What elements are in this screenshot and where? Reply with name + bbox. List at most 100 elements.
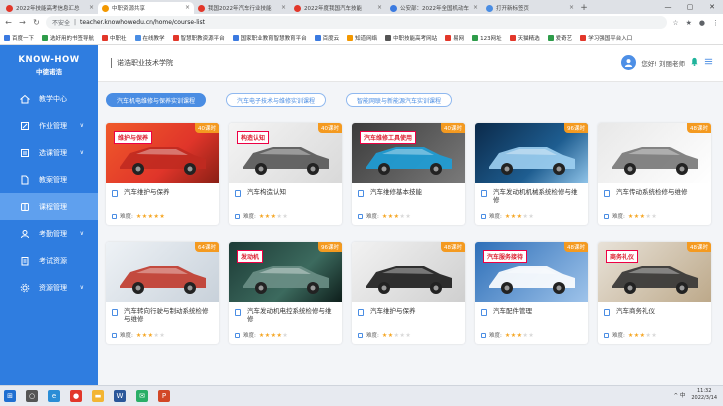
tab-title: 2022年度我国汽车技能	[304, 6, 362, 12]
course-thumbnail[interactable]: 64课时	[106, 242, 219, 302]
browser-tab[interactable]: 打开新标签页 ×	[482, 2, 578, 14]
difficulty-row: 难度: ★★★★★	[112, 212, 165, 220]
edge-icon[interactable]: e	[48, 390, 60, 402]
course-name[interactable]: 汽车发动机机械系统检修与维修	[493, 188, 582, 204]
browser-tab[interactable]: 2022年度我国汽车技能 ×	[290, 2, 386, 14]
new-tab-button[interactable]: +	[578, 2, 590, 14]
bookmark-item[interactable]: 中职社	[102, 34, 127, 42]
bookmark-item[interactable]: 国家职业教育智慧教育平台	[232, 34, 307, 42]
course-card[interactable]: 96课时 汽车发动机机械系统检修与维修 难度: ★★★★★	[475, 123, 588, 225]
profile-icon[interactable]: ●	[699, 19, 705, 27]
bookmark-item[interactable]: 选好用的书签导航	[42, 34, 94, 42]
course-card[interactable]: 48课时 汽车传动系统检修与维修 难度: ★★★★★	[598, 123, 711, 225]
bookmark-item[interactable]: 天猫精选	[509, 34, 540, 42]
bookmark-item[interactable]: 智慧职教资源平台	[172, 34, 225, 42]
course-name[interactable]: 汽车转向行驶与制动系统检修与维修	[124, 307, 213, 323]
course-name[interactable]: 汽车配件管理	[493, 307, 582, 323]
tab-close-icon[interactable]: ×	[569, 4, 574, 11]
reload-icon[interactable]: ↻	[32, 18, 41, 27]
tab-close-icon[interactable]: ×	[473, 4, 478, 11]
sidebar-item-homework[interactable]: 作业管理 ∨	[0, 112, 98, 139]
bookmarks-icon[interactable]: ★	[686, 19, 692, 27]
sidebar-item-attendance[interactable]: 考勤管理 ∨	[0, 220, 98, 247]
course-thumbnail[interactable]: 发动机 96课时	[229, 242, 342, 302]
word-icon[interactable]: W	[114, 390, 126, 402]
tab-close-icon[interactable]: ×	[185, 4, 190, 11]
browser-tab[interactable]: 公安部：2022年全国机动车 ×	[386, 2, 482, 14]
course-name[interactable]: 汽车商务礼仪	[616, 307, 705, 323]
course-name[interactable]: 汽车传动系统检修与维修	[616, 188, 705, 204]
url-input[interactable]: 不安全 | teacher.knowhowedu.cn/home/course-…	[46, 16, 668, 29]
course-card[interactable]: 维护与保养 40课时汽车维护与保养难度: ★★★★★	[106, 123, 219, 225]
course-thumbnail[interactable]: 汽车服务接待 48课时	[475, 242, 588, 302]
wechat-icon[interactable]: ✉	[136, 390, 148, 402]
clock[interactable]: 11:32 2022/3/14	[691, 388, 717, 402]
course-name[interactable]: 汽车维护与保养	[370, 307, 459, 323]
tab-course-category[interactable]: 智能网联与新能源汽车实训课程	[346, 93, 453, 107]
maximize-button[interactable]: ▢	[679, 0, 701, 14]
course-card[interactable]: 汽车维修工具使用 40课时 汽车维修基本技能 难度: ★★★★★	[352, 123, 465, 225]
start-icon[interactable]: ⊞	[4, 390, 16, 402]
sidebar-item-exam[interactable]: 考试资源	[0, 247, 98, 274]
sidebar-item-course[interactable]: 课程管理	[0, 193, 98, 220]
course-card[interactable]: 48课时 汽车维护与保养 难度: ★★★★★	[352, 242, 465, 344]
minimize-button[interactable]: —	[657, 0, 679, 14]
logo[interactable]: KNOW-HOW 中德诺浩	[0, 45, 98, 85]
tray-text[interactable]: ^ 中	[674, 391, 686, 399]
course-thumbnail[interactable]: 48课时	[598, 123, 711, 183]
bookmark-item[interactable]: 百度一下	[4, 34, 34, 42]
tab-close-icon[interactable]: ×	[89, 4, 94, 11]
course-card[interactable]: 商务礼仪 48课时 汽车商务礼仪 难度: ★★★★★	[598, 242, 711, 344]
course-thumbnail[interactable]: 96课时	[475, 123, 588, 183]
avatar[interactable]	[621, 55, 637, 70]
course-card[interactable]: 64课时 汽车转向行驶与制动系统检修与维修 难度: ★★★★★	[106, 242, 219, 344]
course-info: 汽车构造认知 难度: ★★★★★	[229, 183, 342, 225]
sidebar-item-course-select[interactable]: 选课管理 ∨	[0, 139, 98, 166]
bookmark-item[interactable]: 中职技能高考网站	[385, 34, 437, 42]
bookmark-item[interactable]: 知道网络	[347, 34, 377, 42]
sidebar-item-resource[interactable]: 资源管理 ∨	[0, 274, 98, 301]
bookmark-item[interactable]: 爱奇艺	[547, 34, 572, 42]
sidebar-item-lesson-plan[interactable]: 教案管理	[0, 166, 98, 193]
star-icon: ★	[528, 331, 535, 339]
tab-course-category[interactable]: 汽车电子技术与维修实训课程	[226, 93, 327, 107]
browser-menu-icon[interactable]: ⋮	[712, 19, 719, 27]
sidebar-item-teaching[interactable]: 教学中心	[0, 85, 98, 112]
course-name[interactable]: 汽车维修基本技能	[370, 188, 459, 204]
course-thumbnail[interactable]: 维护与保养 40课时	[106, 123, 219, 183]
bookmark-item[interactable]: 学习强国平台入口	[580, 34, 632, 42]
back-icon[interactable]: ←	[4, 18, 13, 27]
course-thumbnail[interactable]: 48课时	[352, 242, 465, 302]
course-card[interactable]: 构造认知 40课时 汽车构造认知 难度: ★★★★★	[229, 123, 342, 225]
course-card[interactable]: 发动机 96课时 汽车发动机电控系统检修与维修 难度: ★★★★★	[229, 242, 342, 344]
course-name[interactable]: 汽车构造认知	[247, 188, 336, 204]
course-name[interactable]: 汽车维护与保养	[124, 188, 213, 204]
course-name[interactable]: 汽车发动机电控系统检修与维修	[247, 307, 336, 323]
bell-icon[interactable]	[690, 57, 699, 68]
browser-tab[interactable]: 中职资源共享 ×	[98, 2, 194, 14]
powerpoint-icon[interactable]: P	[158, 390, 170, 402]
greeting-text[interactable]: 您好! 刘丽老师	[641, 58, 685, 68]
bookmark-star-icon[interactable]: ☆	[672, 19, 678, 27]
tab-close-icon[interactable]: ×	[377, 4, 382, 11]
chrome-icon[interactable]: ●	[70, 390, 82, 402]
bookmark-item[interactable]: 易网	[445, 34, 464, 42]
search-icon[interactable]: ○	[26, 390, 38, 402]
course-card[interactable]: 汽车服务接待 48课时 汽车配件管理 难度: ★★★★★	[475, 242, 588, 344]
folder-icon[interactable]: ▬	[92, 390, 104, 402]
course-thumbnail[interactable]: 汽车维修工具使用 40课时	[352, 123, 465, 183]
bookmark-item[interactable]: 在线教学	[134, 34, 165, 42]
browser-tab[interactable]: 2022年技能高考信息汇总 ×	[2, 2, 98, 14]
close-window-button[interactable]: ✕	[701, 0, 723, 14]
browser-tab[interactable]: 我国2022年汽车行业技能 ×	[194, 2, 290, 14]
tab-close-icon[interactable]: ×	[281, 4, 286, 11]
tab-course-category[interactable]: 汽车机电维修与保养实训课程	[106, 93, 207, 107]
menu-icon[interactable]	[704, 57, 713, 68]
course-thumbnail[interactable]: 商务礼仪 48课时	[598, 242, 711, 302]
course-thumbnail[interactable]: 构造认知 40课时	[229, 123, 342, 183]
bookmark-item[interactable]: 百度云	[314, 34, 339, 42]
bookmark-item[interactable]: 123网址	[472, 34, 502, 42]
sidebar-item-label: 作业管理	[39, 121, 67, 130]
security-label[interactable]: 不安全	[52, 18, 70, 27]
forward-icon[interactable]: →	[18, 18, 27, 27]
